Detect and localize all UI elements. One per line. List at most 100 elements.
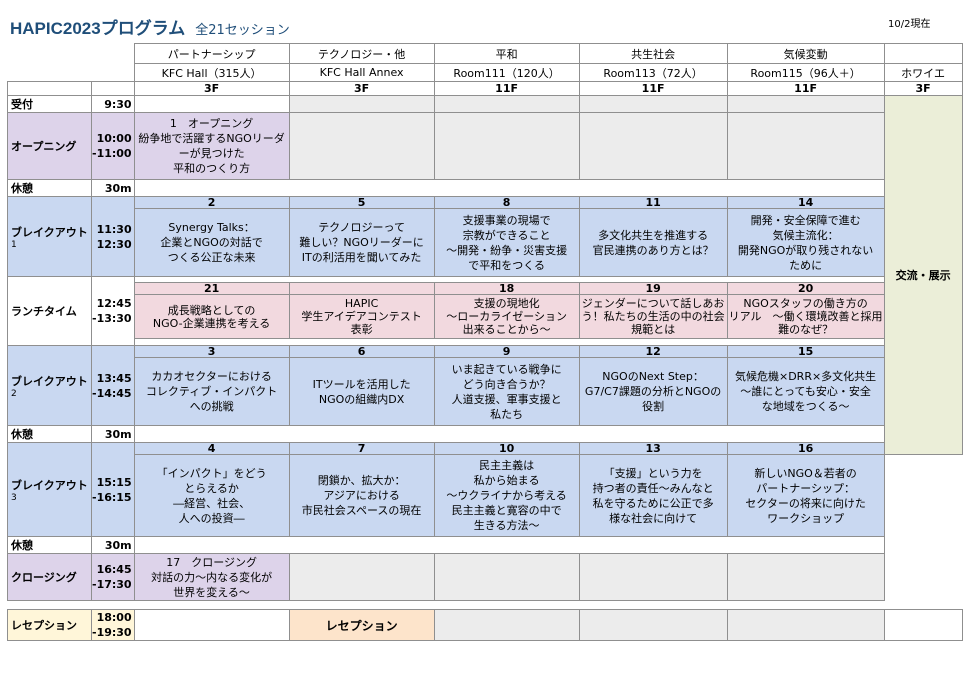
session-title[interactable]: 「インパクト」をどう とらえるか ―経営、社会、 人への投資― <box>133 454 290 537</box>
room-name: Room115（96人＋） <box>726 63 885 82</box>
row-label: クロージング <box>7 553 92 601</box>
row-label: 休憩 <box>7 536 92 554</box>
session-number: 14 <box>726 196 885 209</box>
reception-row: レセプション 18:00 -19:30 レセプション <box>7 609 963 641</box>
row-time: 15:15 -16:15 <box>91 442 135 537</box>
session-cell[interactable]: 17 クロージング 対話の力～内なる変化が 世界を変える～ <box>133 553 290 601</box>
session-title[interactable]: 支援事業の現場で 宗教ができること ～開発・紛争・災害支援 で平和をつくる <box>433 208 580 277</box>
break-row: 休憩 30m <box>7 179 963 197</box>
row-time: 11:30 12:30 <box>91 196 135 277</box>
session-title[interactable]: 支援の現地化 ～ローカライゼーション 出来ることから～ <box>433 294 580 339</box>
session-number: 19 <box>578 282 728 295</box>
session-title[interactable]: Synergy Talks： 企業とNGOの対話で つくる公正な未来 <box>133 208 290 277</box>
row-time: 30m <box>91 425 135 443</box>
session-title[interactable]: 「支援」という力を 持つ者の責任～みんなと 私を守るために公正で多 様な社会に向… <box>578 454 728 537</box>
floor-label: 11F <box>726 81 885 96</box>
gap-row <box>8 601 963 610</box>
session-title[interactable]: 民主主義は 私から始まる ～ウクライナから考える 民主主義と寛容の中で 生きる方… <box>433 454 580 537</box>
break-row: 休憩 30m <box>7 536 963 554</box>
breakout3-row: 「インパクト」をどう とらえるか ―経営、社会、 人への投資― 閉鎖か、拡大か：… <box>8 454 963 537</box>
session-cell[interactable]: 1 オープニング 紛争地で活躍するNGOリーダーが見つけた 平和のつくり方 <box>133 112 290 180</box>
session-title[interactable]: テクノロジーって 難しい？NGOリーダーに ITの利活用を聞いてみた <box>288 208 435 277</box>
session-number <box>288 282 435 295</box>
session-title[interactable]: 閉鎖か、拡大か： アジアにおける 市民社会スペースの現在 <box>288 454 435 537</box>
session-title[interactable]: カカオセクターにおける コレクティブ・インパクト への挑戦 <box>133 357 290 426</box>
session-number: 9 <box>433 345 580 358</box>
track-name: 共生社会 <box>578 43 728 64</box>
session-title[interactable]: 開発・安全保障で進む 気候主流化： 開発NGOが取り残されない ために <box>726 208 885 277</box>
session-number: 15 <box>726 345 885 358</box>
session-number: 2 <box>133 196 290 209</box>
breakout1-number-row: ブレイクアウト 1 11:30 12:30 2 5 8 11 14 <box>7 196 963 277</box>
track-name: パートナーシップ <box>133 43 290 64</box>
session-number: 11 <box>578 196 728 209</box>
breakout1-row: Synergy Talks： 企業とNGOの対話で つくる公正な未来 テクノロジ… <box>8 208 963 277</box>
room-name: KFC Hall（315人） <box>133 63 290 82</box>
row-label: ブレイクアウト 2 <box>7 345 92 426</box>
floor-label: 3F <box>883 81 963 96</box>
track-name: テクノロジー・他 <box>288 43 435 64</box>
session-title[interactable]: NGOスタッフの働き方の リアル ～働く環境改善と採用難のなぜ？ <box>726 294 885 339</box>
session-number: 10 <box>433 442 580 455</box>
room-header-row: KFC Hall（315人） KFC Hall Annex Room111（12… <box>8 63 963 82</box>
track-name <box>883 43 963 64</box>
session-number: 13 <box>578 442 728 455</box>
floor-label: 11F <box>578 81 728 96</box>
row-time: 10:00 -11:00 <box>91 112 135 180</box>
row-label: 休憩 <box>7 179 92 197</box>
track-name: 平和 <box>433 43 580 64</box>
row-time: 13:45 -14:45 <box>91 345 135 426</box>
row-label: 休憩 <box>7 425 92 443</box>
session-number: 18 <box>433 282 580 295</box>
as-of-date: 10/2現在 <box>888 19 931 30</box>
reception-desk-row: 受付 9:30 交流・展示 <box>7 95 963 455</box>
session-title[interactable]: NGOのNext Step： G7/C7課題の分析とNGOの 役割 <box>578 357 728 426</box>
row-time: 12:45 -13:30 <box>91 276 135 346</box>
session-title[interactable]: 新しいNGO＆若者の パートナーシップ： セクターの将来に向けた ワークショップ <box>726 454 885 537</box>
reception-venue[interactable]: レセプション <box>288 609 435 641</box>
lunch-spacer-row <box>8 338 963 346</box>
row-label: ブレイクアウト 3 <box>7 442 92 537</box>
track-header-row: パートナーシップ テクノロジー・他 平和 共生社会 気候変動 <box>8 43 963 64</box>
floor-label: 3F <box>288 81 435 96</box>
room-name: Room113（72人） <box>578 63 728 82</box>
session-number: 20 <box>726 282 885 295</box>
session-title[interactable]: 多文化共生を推進する 官民連携のあり方とは？ <box>578 208 728 277</box>
session-number: 3 <box>133 345 290 358</box>
room-name: Room111（120人） <box>433 63 580 82</box>
session-number: 8 <box>433 196 580 209</box>
row-time: 9:30 <box>91 95 135 113</box>
session-count: 全21セッション <box>195 23 290 38</box>
session-title[interactable]: いま起きている戦争に どう向き合うか？ 人道支援、軍事支援と 私たち <box>433 357 580 426</box>
row-time: 18:00 -19:30 <box>91 609 135 641</box>
row-time: 30m <box>91 179 135 197</box>
break-row: 休憩 30m <box>7 425 963 443</box>
row-label: 受付 <box>7 95 92 113</box>
breakout3-number-row: ブレイクアウト 3 15:15 -16:15 4 7 10 13 16 <box>7 442 963 537</box>
session-number: 6 <box>288 345 435 358</box>
session-number: 21 <box>133 282 290 295</box>
breakout2-number-row: ブレイクアウト 2 13:45 -14:45 3 6 9 12 15 <box>7 345 963 426</box>
room-name: KFC Hall Annex <box>288 63 435 82</box>
session-title[interactable]: HAPIC 学生アイデアコンテスト 表彰 <box>288 294 435 339</box>
session-title[interactable]: ジェンダーについて話しあおう！私たちの生活の中の社会規範とは <box>578 294 728 339</box>
session-title[interactable]: 成長戦略としての NGO-企業連携を考える <box>133 294 290 339</box>
session-number: 12 <box>578 345 728 358</box>
closing-row: クロージング 16:45 -17:30 17 クロージング 対話の力～内なる変化が… <box>7 553 963 601</box>
row-label: レセプション <box>7 609 92 641</box>
foyer-label: 交流・展示 <box>895 269 951 282</box>
lunch-row: 成長戦略としての NGO-企業連携を考える HAPIC 学生アイデアコンテスト … <box>8 294 963 339</box>
session-title[interactable]: ITツールを活用した NGOの組織内DX <box>288 357 435 426</box>
session-number: 5 <box>288 196 435 209</box>
session-number: 16 <box>726 442 885 455</box>
floor-label: 3F <box>133 81 290 96</box>
page-header: HAPIC2023プログラム 全21セッション <box>10 14 290 38</box>
row-label: オープニング <box>7 112 92 180</box>
room-name: ホワイエ <box>883 63 963 82</box>
lunch-number-row: 21 18 19 20 <box>8 282 963 295</box>
foyer-exhibit-cell: 交流・展示 <box>883 95 963 455</box>
breakout2-row: カカオセクターにおける コレクティブ・インパクト への挑戦 ITツールを活用した… <box>8 357 963 426</box>
session-title[interactable]: 気候危機×DRR×多文化共生 ～誰にとっても安心・安全 な地域をつくる～ <box>726 357 885 426</box>
program-table: パートナーシップ テクノロジー・他 平和 共生社会 気候変動 KFC Hall（… <box>7 43 963 641</box>
session-number: 4 <box>133 442 290 455</box>
